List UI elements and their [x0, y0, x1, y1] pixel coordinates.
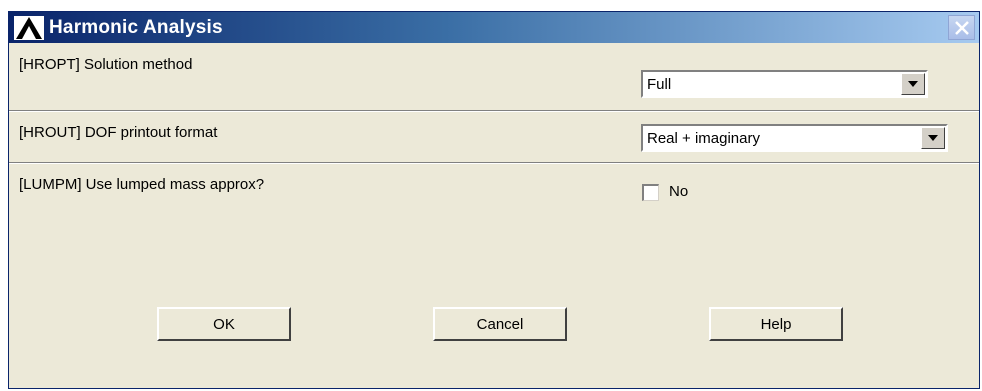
row-divider [9, 110, 979, 112]
close-icon [954, 21, 969, 35]
window-title: Harmonic Analysis [49, 17, 223, 38]
lumpm-label: [LUMPM] Use lumped mass approx? [19, 176, 265, 193]
solution-method-select[interactable]: Full [641, 70, 928, 98]
ansys-logo-icon [14, 16, 44, 40]
dof-printout-format-select[interactable]: Real + imaginary [641, 124, 948, 152]
cancel-button[interactable]: Cancel [433, 307, 567, 341]
harmonic-analysis-dialog: Harmonic Analysis [HROPT] Solution metho… [8, 11, 980, 389]
solution-method-dropdown-button[interactable] [901, 73, 925, 95]
chevron-down-icon [908, 81, 918, 87]
row-divider [9, 162, 979, 164]
close-button[interactable] [948, 15, 975, 40]
ok-button[interactable]: OK [157, 307, 291, 341]
help-button[interactable]: Help [709, 307, 843, 341]
lumped-mass-checkbox[interactable] [642, 184, 659, 201]
solution-method-value: Full [647, 76, 672, 93]
title-bar[interactable]: Harmonic Analysis [9, 12, 979, 43]
chevron-down-icon [928, 135, 938, 141]
dof-printout-format-dropdown-button[interactable] [921, 127, 945, 149]
dof-printout-format-value: Real + imaginary [647, 130, 760, 147]
hrout-label: [HROUT] DOF printout format [19, 124, 218, 141]
hropt-label: [HROPT] Solution method [19, 56, 193, 73]
lumped-mass-checkbox-label[interactable]: No [669, 183, 688, 201]
